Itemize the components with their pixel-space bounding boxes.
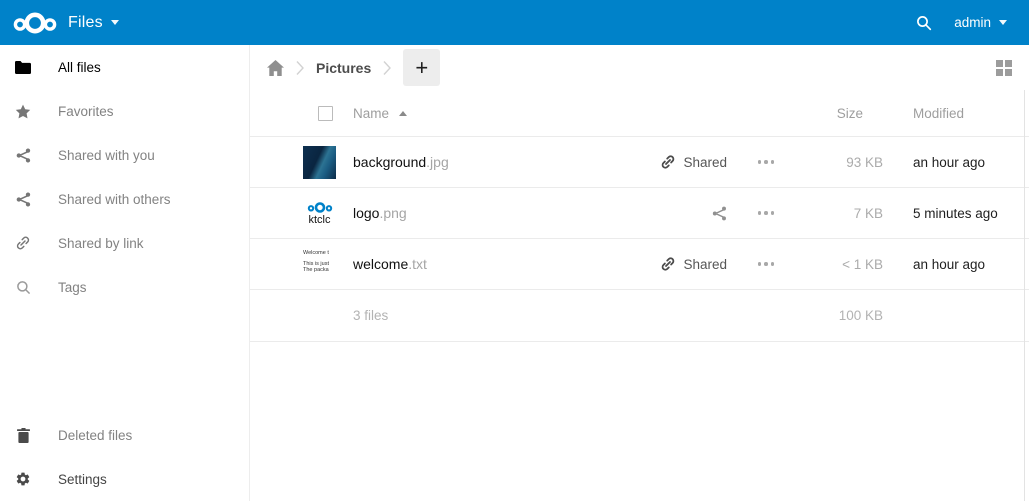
app-navigation: All files Favorites Shared with you Shar…	[0, 45, 250, 501]
image-thumbnail[interactable]	[303, 146, 336, 179]
select-all-checkbox[interactable]	[318, 106, 333, 121]
file-modified: an hour ago	[913, 257, 1029, 272]
sidebar-item-shared-with-others[interactable]: Shared with others	[0, 177, 249, 221]
file-name[interactable]: welcome	[353, 256, 408, 272]
file-name[interactable]: logo	[353, 205, 379, 221]
sidebar-item-settings[interactable]: Settings	[0, 457, 249, 501]
table-row-logo-png[interactable]: ktclc logo .png 7 KB 5 minutes ago	[250, 188, 1029, 239]
more-actions-icon[interactable]	[757, 160, 775, 164]
summary-file-count: 3 files	[353, 308, 388, 323]
home-icon[interactable]	[267, 60, 284, 76]
column-header-name[interactable]: Name	[353, 106, 407, 121]
sort-ascending-icon	[399, 111, 407, 116]
file-name[interactable]: background	[353, 154, 426, 170]
file-size: 7 KB	[775, 206, 883, 221]
sidebar-item-label: Shared with you	[58, 148, 155, 163]
top-bar: Files admin	[0, 0, 1029, 45]
shared-link-button[interactable]: Shared	[660, 256, 727, 272]
file-select-cell: ktclc	[250, 197, 353, 230]
files-content: Pictures + Name Size Modified background…	[250, 45, 1029, 501]
sidebar-item-label: Deleted files	[58, 428, 132, 443]
share-icon	[14, 192, 32, 207]
file-name-cell: logo .png	[353, 205, 775, 221]
more-actions-icon[interactable]	[757, 211, 775, 215]
grid-view-toggle-icon[interactable]	[996, 60, 1012, 76]
thumbnail-text: ktclc	[309, 215, 331, 226]
file-extension[interactable]: .jpg	[426, 154, 449, 170]
sidebar-item-label: Settings	[58, 472, 107, 487]
text-thumbnail[interactable]: Welcome t This is just The packa	[303, 248, 336, 281]
nextcloud-logo-icon	[12, 8, 58, 38]
file-actions: Shared	[660, 154, 775, 170]
sidebar-item-all-files[interactable]: All files	[0, 45, 249, 89]
chevron-right-icon	[296, 60, 304, 76]
file-select-cell	[250, 146, 353, 179]
share-button[interactable]	[712, 206, 727, 221]
folder-icon	[14, 61, 32, 74]
file-modified: an hour ago	[913, 155, 1029, 170]
table-row-background-jpg[interactable]: background .jpg Shared 93 KB an hour ago	[250, 137, 1029, 188]
shared-link-button[interactable]: Shared	[660, 154, 727, 170]
thumbnail-text-line: The packa	[303, 267, 336, 273]
column-header-modified[interactable]: Modified	[913, 106, 1029, 121]
shared-label: Shared	[683, 257, 727, 272]
file-name-cell: welcome .txt Shared	[353, 256, 775, 272]
gear-icon	[14, 471, 32, 487]
sidebar-item-shared-with-you[interactable]: Shared with you	[0, 133, 249, 177]
shared-label: Shared	[683, 155, 727, 170]
star-icon	[14, 104, 32, 119]
column-header-size[interactable]: Size	[775, 106, 883, 121]
sidebar-item-label: All files	[58, 60, 101, 75]
sidebar-item-label: Favorites	[58, 104, 114, 119]
file-size: < 1 KB	[775, 257, 883, 272]
sidebar-item-deleted-files[interactable]: Deleted files	[0, 413, 249, 457]
chevron-right-icon	[383, 60, 391, 76]
breadcrumb-folder[interactable]: Pictures	[316, 60, 371, 76]
file-actions: Shared	[660, 256, 775, 272]
new-file-button[interactable]: +	[403, 49, 440, 86]
trash-icon	[14, 428, 32, 443]
file-extension[interactable]: .png	[379, 205, 406, 221]
sidebar-bottom: Deleted files Settings	[0, 413, 249, 501]
file-actions	[712, 206, 775, 221]
thumbnail-text-line: Welcome t	[303, 250, 336, 256]
file-name-cell: background .jpg Shared	[353, 154, 775, 170]
file-extension[interactable]: .txt	[408, 256, 427, 272]
search-icon[interactable]	[916, 15, 932, 31]
chevron-down-icon[interactable]	[111, 20, 119, 25]
table-row-welcome-txt[interactable]: Welcome t This is just The packa welcome…	[250, 239, 1029, 290]
sidebar-item-favorites[interactable]: Favorites	[0, 89, 249, 133]
file-size: 93 KB	[775, 155, 883, 170]
image-thumbnail[interactable]: ktclc	[303, 197, 336, 230]
sidebar-item-label: Shared with others	[58, 192, 171, 207]
chevron-down-icon[interactable]	[999, 20, 1007, 25]
link-icon	[14, 235, 32, 251]
app-menu-files[interactable]: Files	[68, 14, 103, 32]
more-actions-icon[interactable]	[757, 262, 775, 266]
name-header-label: Name	[353, 106, 389, 121]
file-modified: 5 minutes ago	[913, 206, 1029, 221]
share-icon	[14, 148, 32, 163]
summary-total-size: 100 KB	[775, 308, 883, 323]
sidebar-item-label: Shared by link	[58, 236, 144, 251]
sidebar-item-shared-by-link[interactable]: Shared by link	[0, 221, 249, 265]
file-table-header: Name Size Modified	[250, 90, 1029, 137]
sidebar-item-label: Tags	[58, 280, 87, 295]
scrollbar[interactable]	[1024, 90, 1025, 501]
breadcrumb: Pictures +	[250, 45, 1029, 90]
file-list-summary: 3 files 100 KB	[250, 290, 1029, 342]
sidebar-item-tags[interactable]: Tags	[0, 265, 249, 309]
tag-search-icon	[14, 280, 32, 295]
user-menu[interactable]: admin	[954, 15, 991, 30]
file-select-cell: Welcome t This is just The packa	[250, 248, 353, 281]
